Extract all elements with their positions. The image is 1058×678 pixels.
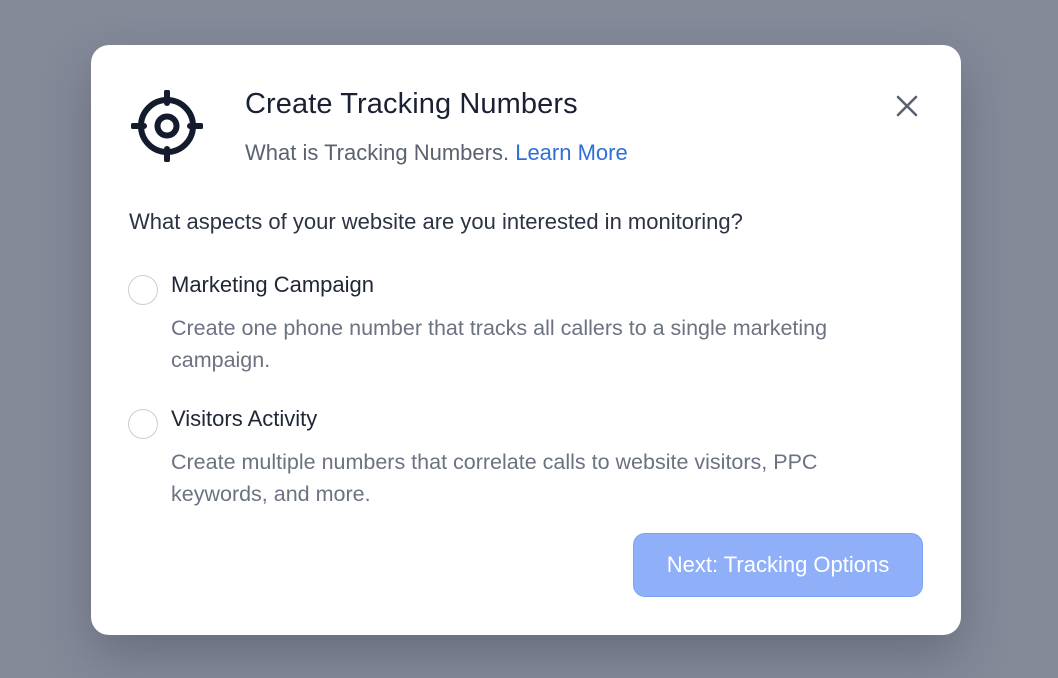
option-label: Marketing Campaign (171, 272, 374, 297)
option-label: Visitors Activity (171, 406, 318, 431)
option-description: Create one phone number that tracks all … (171, 316, 828, 372)
dialog-title: Create Tracking Numbers (245, 88, 578, 120)
close-icon (896, 95, 918, 117)
crosshair-target-icon (131, 90, 203, 162)
dialog-subtitle: What is Tracking Numbers. Learn More (245, 140, 628, 166)
learn-more-link[interactable]: Learn More (515, 140, 628, 165)
next-tracking-options-button[interactable]: Next: Tracking Options (633, 533, 923, 597)
marketing-campaign-radio[interactable] (128, 275, 158, 305)
monitoring-question: What aspects of your website are you int… (129, 209, 743, 234)
visitors-activity-radio[interactable] (128, 409, 158, 439)
subtitle-text: What is Tracking Numbers. (245, 140, 510, 165)
option-description: Create multiple numbers that correlate c… (171, 450, 818, 506)
close-button[interactable] (890, 89, 924, 123)
